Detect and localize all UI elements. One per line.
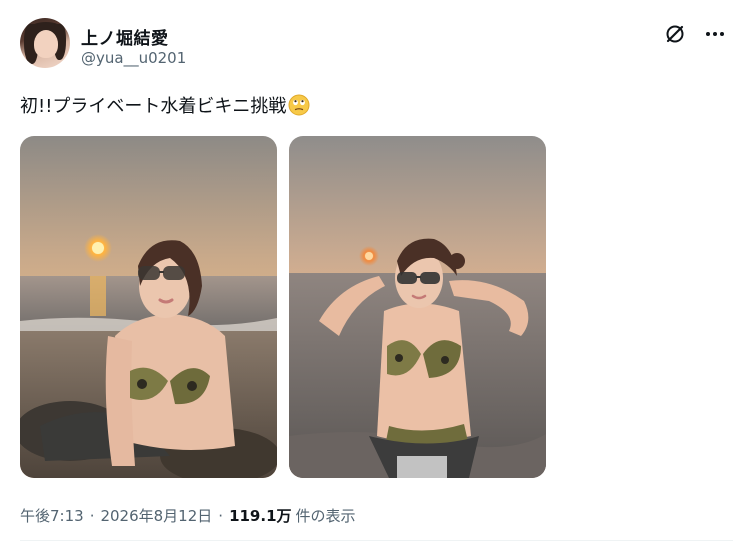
views-label: 件の表示: [295, 507, 356, 525]
header-actions: [663, 20, 727, 48]
user-handle[interactable]: @yua__u0201: [81, 49, 186, 67]
media-grid: [20, 136, 546, 478]
meta-separator: ·: [89, 506, 95, 525]
tweet-text-content: 初!!プライベート水着ビキニ挑戦: [20, 96, 287, 117]
grok-icon[interactable]: [663, 22, 687, 46]
beach-photo-2[interactable]: [289, 136, 546, 478]
display-name[interactable]: 上ノ堀結愛: [81, 24, 169, 49]
more-options-icon[interactable]: [703, 22, 727, 46]
divider: [20, 540, 733, 541]
tweet-date[interactable]: 2026年8月12日: [100, 505, 212, 526]
tweet-header: 上ノ堀結愛 @yua__u0201: [20, 18, 733, 70]
meta-separator: ·: [218, 506, 224, 525]
views-count: 119.1万: [229, 507, 292, 525]
tweet-text: 初!!プライベート水着ビキニ挑戦: [20, 92, 310, 118]
tweet-card: 上ノ堀結愛 @yua__u0201 初!!プライベート水着ビキニ挑戦 午後7:1…: [0, 0, 753, 548]
face-with-rolling-eyes-emoji: [288, 94, 310, 116]
avatar[interactable]: [20, 18, 70, 68]
tweet-meta: 午後7:13 · 2026年8月12日 · 119.1万 件の表示: [20, 505, 356, 526]
beach-photo-1[interactable]: [20, 136, 277, 478]
tweet-time[interactable]: 午後7:13: [20, 505, 84, 526]
